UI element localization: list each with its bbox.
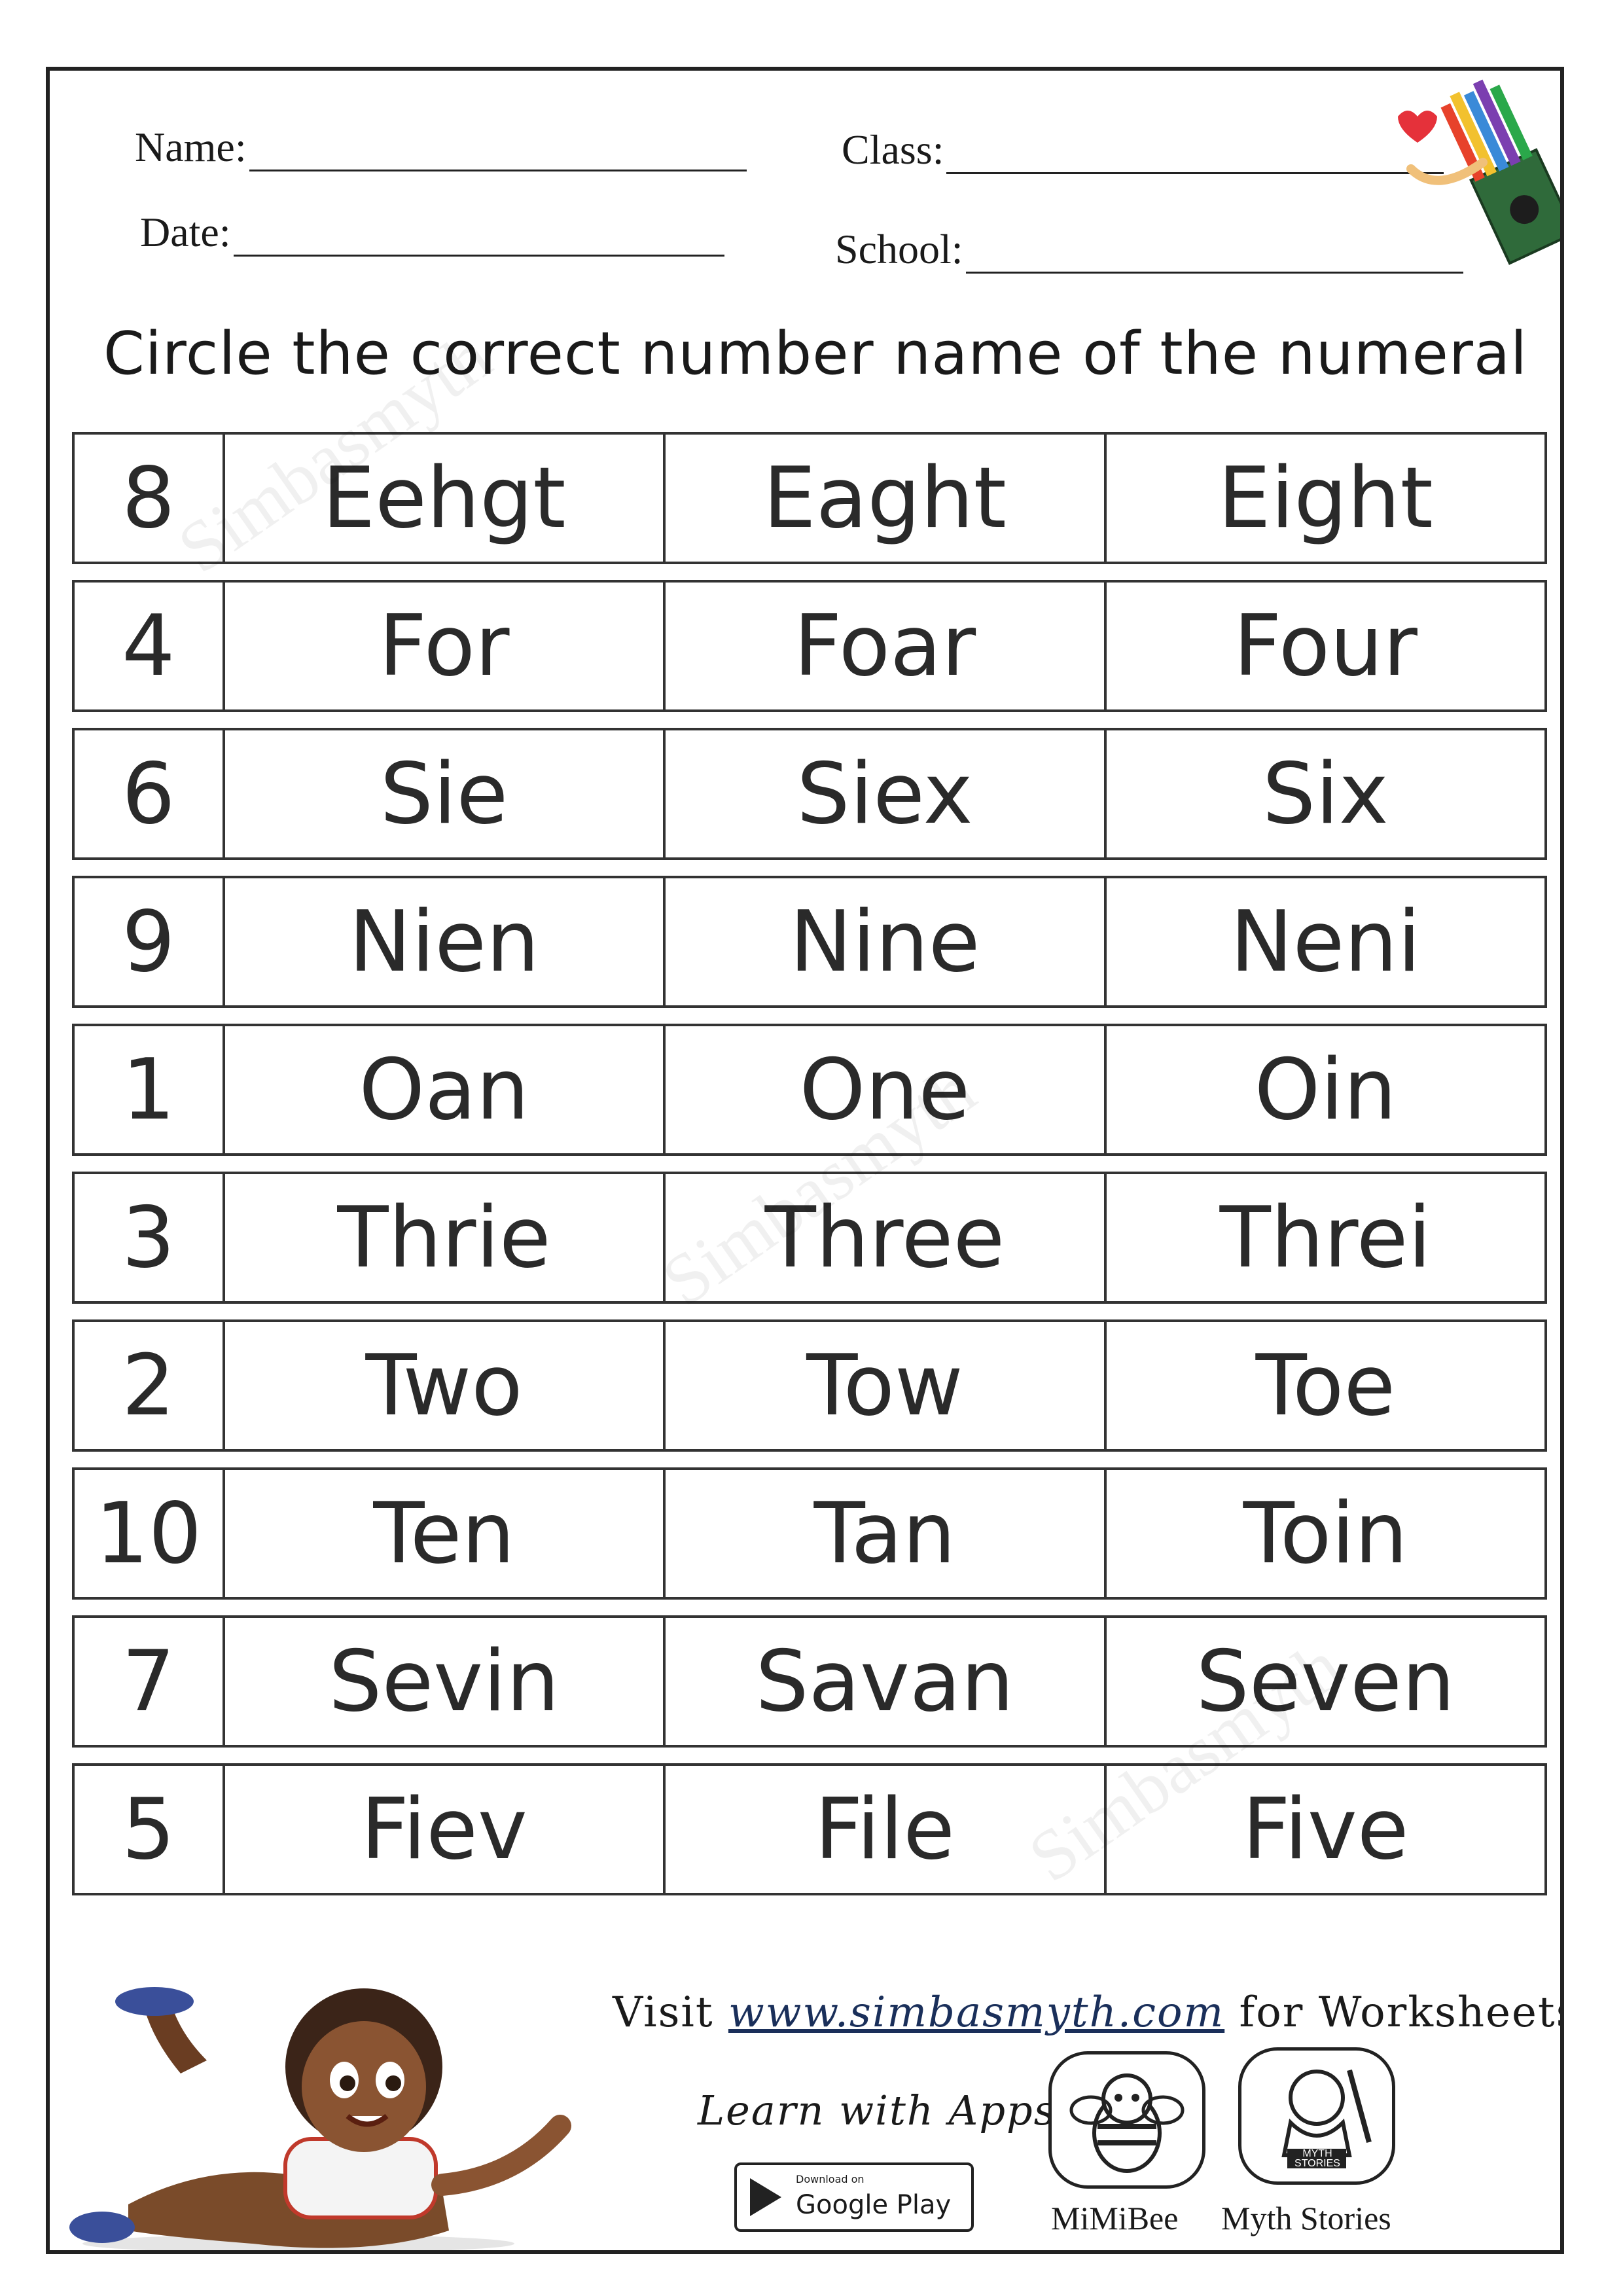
myth-stories-app-icon[interactable]: MYTH STORIES (1238, 2047, 1395, 2185)
number-name-option[interactable]: Nine (663, 878, 1103, 1005)
number-name-option[interactable]: Six (1103, 730, 1544, 857)
numeral-cell: 2 (122, 1336, 175, 1435)
number-name-option[interactable]: Tow (663, 1322, 1103, 1449)
number-name-option[interactable]: One (663, 1026, 1103, 1153)
numeral-cell: 5 (122, 1780, 175, 1878)
number-name-option[interactable]: Neni (1103, 878, 1544, 1005)
number-name-option[interactable]: File (663, 1766, 1103, 1893)
number-name-option[interactable]: Toe (1103, 1322, 1544, 1449)
mimibee-label: MiMiBee (1051, 2200, 1179, 2236)
instruction-title: Circle the correct number name of the nu… (103, 319, 1528, 388)
visit-prefix: Visit (613, 1988, 714, 2037)
number-name-option[interactable]: Thrie (222, 1174, 663, 1301)
numeral-cell: 9 (122, 893, 175, 991)
worksheet-row: 1 Oan One Oin (72, 1024, 1547, 1156)
number-name-option[interactable]: Oin (1103, 1026, 1544, 1153)
bee-icon (1069, 2073, 1185, 2173)
website-link[interactable]: www.simbasmyth.com (728, 1988, 1224, 2037)
worksheet-row: 10 Ten Tan Toin (72, 1467, 1547, 1600)
number-name-option[interactable]: Savan (663, 1618, 1103, 1745)
name-field[interactable]: Name: (135, 123, 747, 171)
numeral-cell: 8 (122, 449, 175, 547)
class-field[interactable]: Class: (842, 126, 1444, 174)
date-label: Date: (140, 209, 231, 255)
google-play-text: Google Play (796, 2190, 952, 2220)
number-name-option[interactable]: Nien (222, 878, 663, 1005)
worksheet-row: 9 Nien Nine Neni (72, 876, 1547, 1008)
number-name-option[interactable]: Foar (663, 583, 1103, 709)
school-field[interactable]: School: (835, 225, 1463, 274)
worksheet-row: 8 Eehgt Eaght Eight (72, 432, 1547, 564)
number-name-option[interactable]: Eehgt (222, 435, 663, 562)
numeral-cell: 7 (122, 1632, 175, 1731)
number-name-option[interactable]: Sie (222, 730, 663, 857)
number-name-option[interactable]: Seven (1103, 1618, 1544, 1745)
number-name-option[interactable]: Five (1103, 1766, 1544, 1893)
learn-with-apps-label: Learn with Apps (698, 2087, 1056, 2134)
number-name-option[interactable]: Sevin (222, 1618, 663, 1745)
name-line[interactable] (249, 130, 747, 171)
numeral-cell: 1 (122, 1041, 175, 1139)
worksheet-row: 7 Sevin Savan Seven (72, 1615, 1547, 1748)
number-name-option[interactable]: Ten (222, 1470, 663, 1597)
number-name-option[interactable]: Tan (663, 1470, 1103, 1597)
number-name-option[interactable]: Eight (1103, 435, 1544, 562)
number-name-option[interactable]: Two (222, 1322, 663, 1449)
number-name-option[interactable]: Eaght (663, 435, 1103, 562)
number-name-option[interactable]: Fiev (222, 1766, 663, 1893)
google-play-small-text: Download on (796, 2173, 865, 2185)
numeral-cell: 3 (122, 1189, 175, 1287)
number-name-option[interactable]: Four (1103, 583, 1544, 709)
visit-line: Visit www.simbasmyth.com for Worksheets (613, 1988, 1560, 2037)
worksheet-frame: Name: Class: Date: School: Circle the co… (46, 67, 1564, 2254)
boy-illustration (69, 1987, 571, 2250)
worksheet-row: 2 Two Tow Toe (72, 1319, 1547, 1452)
number-name-option[interactable]: Toin (1103, 1470, 1544, 1597)
worksheet-row: 4 For Foar Four (72, 580, 1547, 712)
date-line[interactable] (233, 215, 724, 257)
class-label: Class: (842, 126, 944, 173)
google-play-badge[interactable]: Download on Google Play (734, 2162, 974, 2232)
number-name-option[interactable]: Oan (222, 1026, 663, 1153)
numeral-cell: 10 (95, 1484, 202, 1583)
number-name-option[interactable]: Threi (1103, 1174, 1544, 1301)
number-name-option[interactable]: Siex (663, 730, 1103, 857)
number-name-option[interactable]: Three (663, 1174, 1103, 1301)
worksheet-row: 3 Thrie Three Threi (72, 1172, 1547, 1304)
numeral-cell: 4 (122, 597, 175, 695)
number-name-option[interactable]: For (222, 583, 663, 709)
worksheet-row: 6 Sie Siex Six (72, 728, 1547, 860)
pencil-cup-illustration (1398, 79, 1560, 265)
numeral-cell: 6 (122, 745, 175, 843)
class-line[interactable] (946, 133, 1444, 174)
worksheet-row: 5 Fiev File Five (72, 1763, 1547, 1895)
name-label: Name: (135, 124, 247, 170)
myth-stories-label: Myth Stories (1221, 2200, 1391, 2236)
play-store-icon (750, 2178, 781, 2216)
date-field[interactable]: Date: (140, 208, 724, 257)
school-label: School: (835, 226, 963, 272)
visit-suffix: for Worksheets (1239, 1988, 1564, 2037)
mimibee-app-icon[interactable] (1048, 2051, 1205, 2189)
myth-stories-badge-text: MYTH STORIES (1294, 2148, 1340, 2169)
